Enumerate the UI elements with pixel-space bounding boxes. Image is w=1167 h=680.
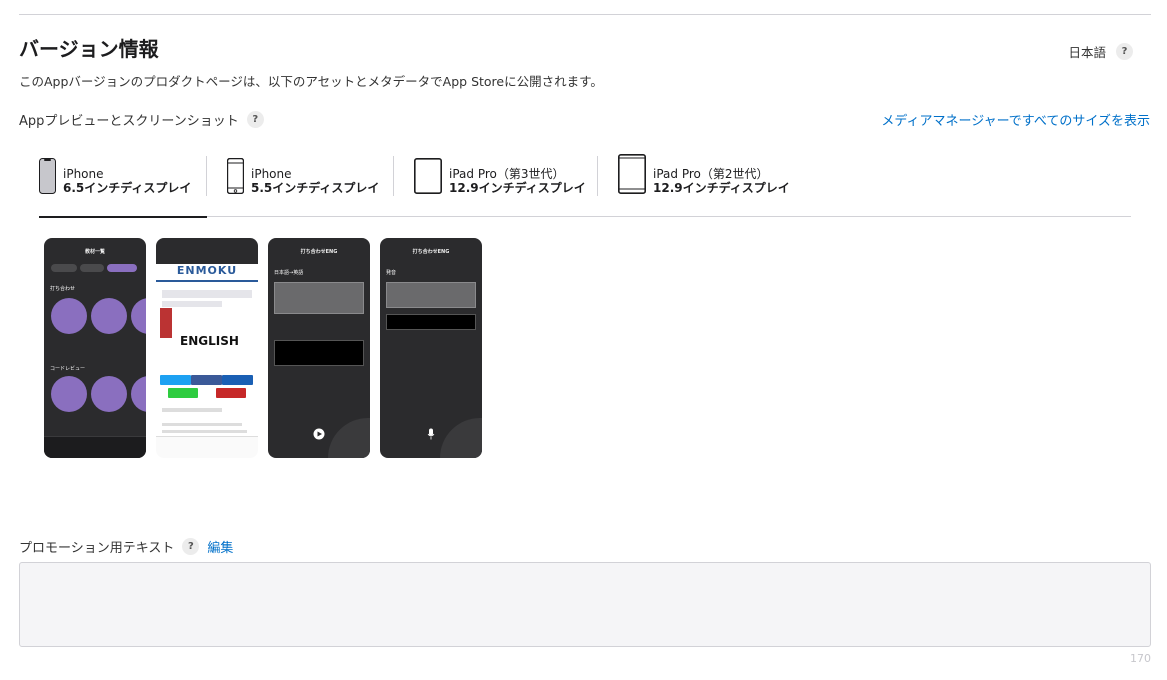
tab-ipad-pro-3[interactable]: iPad Pro（第3世代） 12.9インチディスプレイ [414, 152, 604, 217]
language-label: 日本語 [1068, 45, 1106, 60]
section-description: このAppバージョンのプロダクトページは、以下のアセットとメタデータでApp S… [19, 74, 603, 89]
preview-heading: Appプレビューとスクリーンショット ? [19, 110, 264, 129]
iphone-home-button-icon [227, 158, 244, 194]
tab-divider [597, 156, 598, 196]
screenshot-thumbnail[interactable]: 打ち合わせENG 発音 [380, 238, 482, 458]
tab-line2: 5.5インチディスプレイ [251, 181, 380, 195]
tab-ipad-pro-2[interactable]: iPad Pro（第2世代） 12.9インチディスプレイ [618, 152, 818, 217]
screenshot-header: 打ち合わせENG [412, 249, 450, 255]
screenshot-list: 教材一覧 打ち合わせ コードレビュー ENMOKU ENGLISH 打ち合わせE [44, 238, 482, 458]
screenshot-label: 発音 [386, 270, 397, 276]
ipad-pro-3-icon [414, 158, 442, 194]
help-icon[interactable]: ? [182, 538, 200, 555]
promo-text-area[interactable] [19, 562, 1151, 647]
language-selector[interactable]: 日本語 ? [1068, 42, 1133, 61]
edit-link[interactable]: 編集 [207, 537, 233, 556]
tab-line2: 6.5インチディスプレイ [63, 181, 192, 195]
tab-iphone-6-5[interactable]: iPhone 6.5インチディスプレイ [39, 152, 207, 218]
screenshot-section-label: コードレビュー [50, 366, 86, 372]
tab-divider [393, 156, 394, 196]
media-manager-link[interactable]: メディアマネージャーですべてのサイズを表示 [881, 110, 1150, 129]
microphone-icon [427, 428, 435, 440]
tab-line1: iPhone [63, 167, 104, 181]
play-icon [313, 428, 325, 440]
top-divider [19, 14, 1151, 15]
screenshot-label: 日本語→英語 [274, 270, 304, 276]
screenshot-brand: ENMOKU [156, 264, 258, 282]
iphone-notch-icon [39, 158, 56, 194]
tab-line2: 12.9インチディスプレイ [653, 181, 790, 195]
help-icon[interactable]: ? [246, 111, 264, 128]
screenshot-thumbnail[interactable]: 打ち合わせENG 日本語→英語 [268, 238, 370, 458]
screenshot-section-label: 打ち合わせ [50, 286, 76, 292]
screenshot-word: ENGLISH [180, 334, 239, 348]
ipad-pro-2-icon [618, 154, 646, 194]
tab-line1: iPad Pro（第3世代） [449, 167, 565, 181]
promo-heading: プロモーション用テキスト ? 編集 [19, 537, 233, 556]
screenshot-thumbnail[interactable]: ENMOKU ENGLISH [156, 238, 258, 458]
tab-line1: iPhone [251, 167, 292, 181]
tab-iphone-5-5[interactable]: iPhone 5.5インチディスプレイ [227, 152, 397, 217]
promo-label: プロモーション用テキスト [19, 541, 175, 556]
char-counter: 170 [1130, 652, 1151, 665]
tab-divider [206, 156, 207, 196]
screenshot-header: 教材一覧 [84, 249, 105, 255]
device-tabs: iPhone 6.5インチディスプレイ iPhone 5.5インチディスプレイ … [39, 152, 1131, 218]
help-icon[interactable]: ? [1116, 43, 1133, 60]
screenshot-header: 打ち合わせENG [300, 249, 338, 255]
section-title: バージョン情報 [19, 37, 159, 61]
tab-line2: 12.9インチディスプレイ [449, 181, 586, 195]
tab-line1: iPad Pro（第2世代） [653, 167, 769, 181]
preview-label: Appプレビューとスクリーンショット [19, 114, 239, 129]
screenshot-thumbnail[interactable]: 教材一覧 打ち合わせ コードレビュー [44, 238, 146, 458]
